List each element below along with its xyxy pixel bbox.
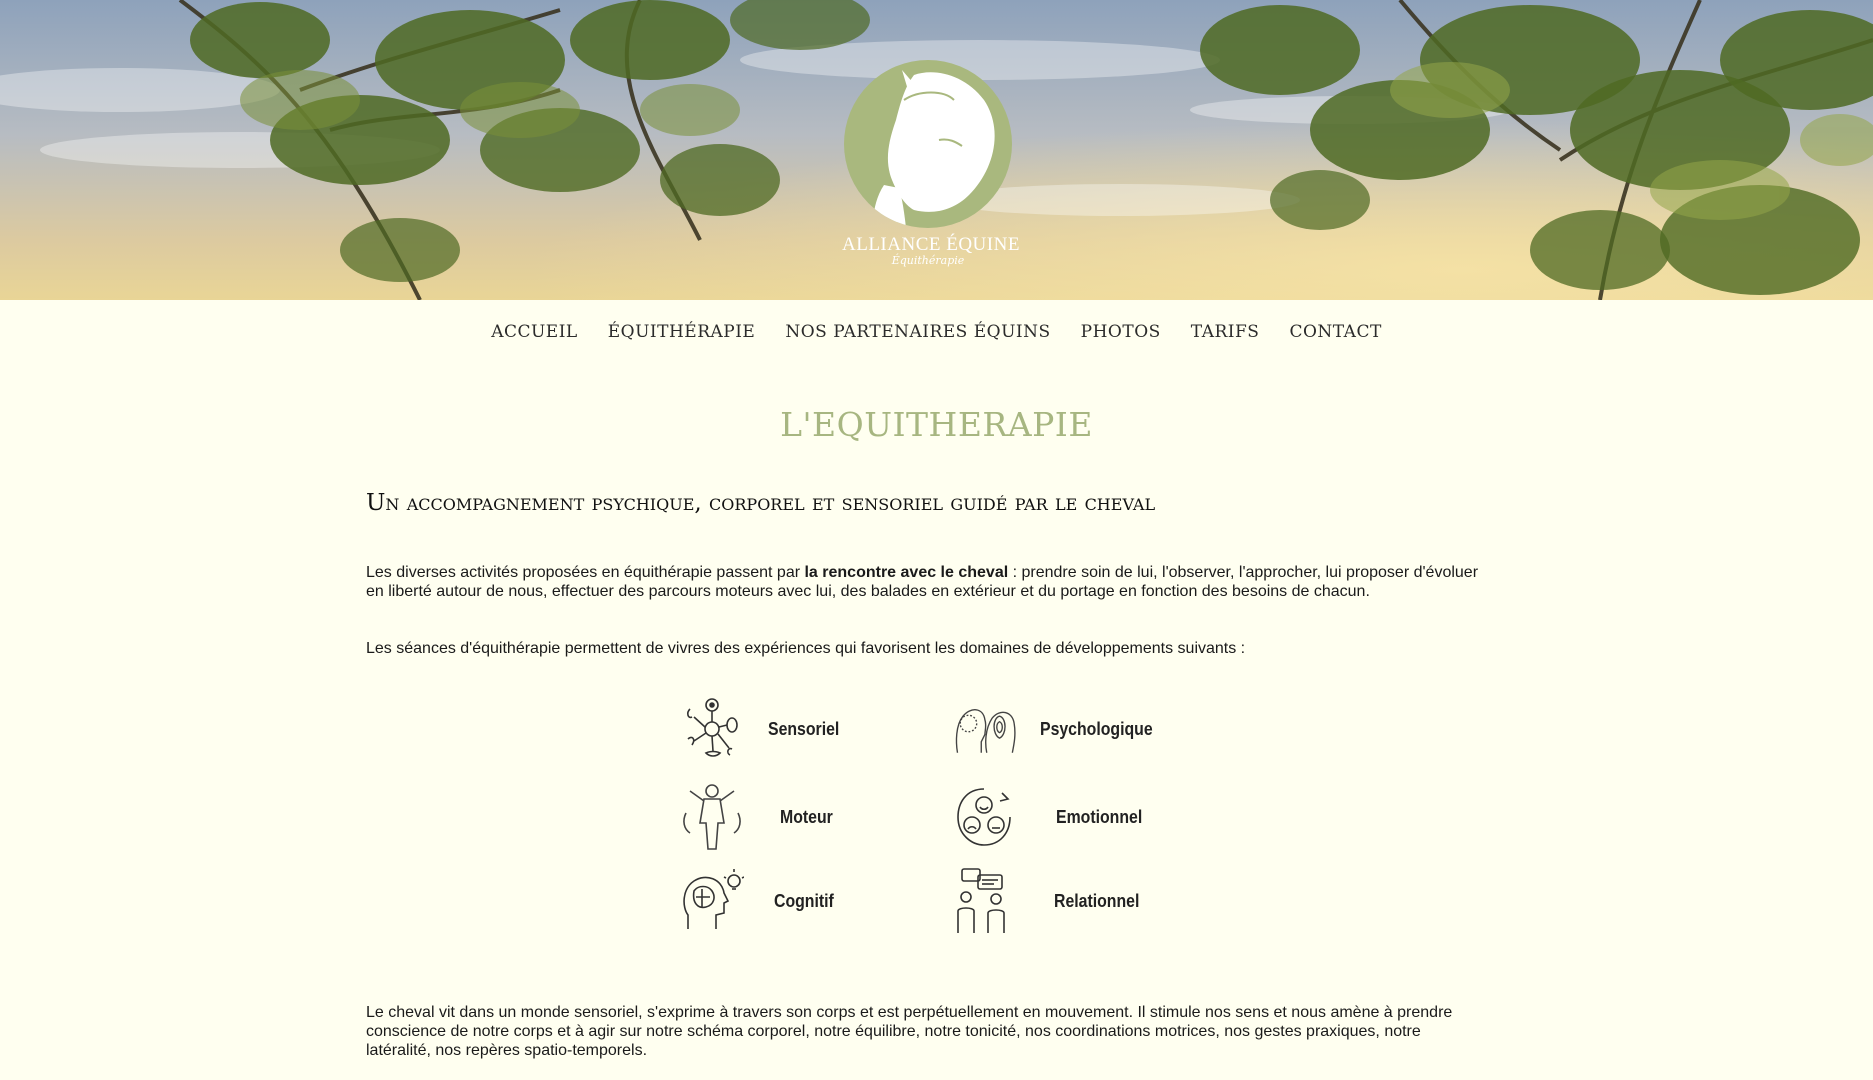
domain-moteur: Moteur	[680, 783, 840, 851]
brand-name: ALLIANCE ÉQUINE	[842, 234, 1020, 255]
conversation-icon	[957, 868, 1005, 933]
nav-item-tarifs[interactable]: TARIFS	[1191, 322, 1260, 342]
intro-text-start: Les diverses activités proposées en équi…	[366, 564, 805, 581]
head-fingerprint-icon	[955, 709, 1016, 753]
hero-banner: ALLIANCE ÉQUINE Équithérapie	[0, 0, 1873, 300]
section-subtitle: Un accompagnement psychique, corporel et…	[366, 490, 1156, 516]
nav-item-partenaires[interactable]: NOS PARTENAIRES ÉQUINS	[785, 322, 1050, 342]
nav-item-accueil[interactable]: ACCUEIL	[491, 322, 578, 342]
domain-relationnel: Relationnel	[952, 867, 1151, 935]
domain-label: Emotionnel	[1056, 806, 1143, 827]
domain-label: Cognitif	[774, 890, 834, 911]
domains-intro-paragraph: Les séances d'équithérapie permettent de…	[366, 640, 1246, 657]
horse-head-logo-icon	[844, 60, 1012, 228]
domain-psychologique: Psychologique	[952, 695, 1168, 763]
intro-paragraph: Les diverses activités proposées en équi…	[366, 563, 1486, 601]
main-navigation: ACCUEIL ÉQUITHÉRAPIE NOS PARTENAIRES ÉQU…	[0, 300, 1873, 364]
page-title: L'EQUITHERAPIE	[780, 405, 1093, 444]
domain-label: Sensoriel	[768, 718, 840, 739]
nav-item-contact[interactable]: CONTACT	[1289, 322, 1381, 342]
domain-label: Moteur	[780, 806, 833, 827]
nav-item-equitherapie[interactable]: ÉQUITHÉRAPIE	[608, 322, 756, 342]
domain-cognitif: Cognitif	[680, 867, 842, 935]
development-domains: Sensoriel Psychologique Moteur Emotionne…	[680, 695, 1200, 945]
emotions-icon	[957, 788, 1011, 846]
horse-sensory-paragraph: Le cheval vit dans un monde sensoriel, s…	[366, 1004, 1453, 1059]
domain-label: Psychologique	[1040, 718, 1153, 739]
intro-text-bold: la rencontre avec le cheval	[804, 564, 1009, 581]
senses-icon	[687, 698, 738, 757]
nav-item-photos[interactable]: PHOTOS	[1081, 322, 1161, 342]
domain-emotionnel: Emotionnel	[952, 783, 1154, 851]
brand-logo[interactable]: ALLIANCE ÉQUINE Équithérapie	[842, 60, 1020, 267]
domain-sensoriel: Sensoriel	[680, 695, 849, 763]
body-movement-icon	[683, 784, 741, 850]
brain-idea-icon	[683, 869, 744, 929]
domain-label: Relationnel	[1054, 890, 1140, 911]
